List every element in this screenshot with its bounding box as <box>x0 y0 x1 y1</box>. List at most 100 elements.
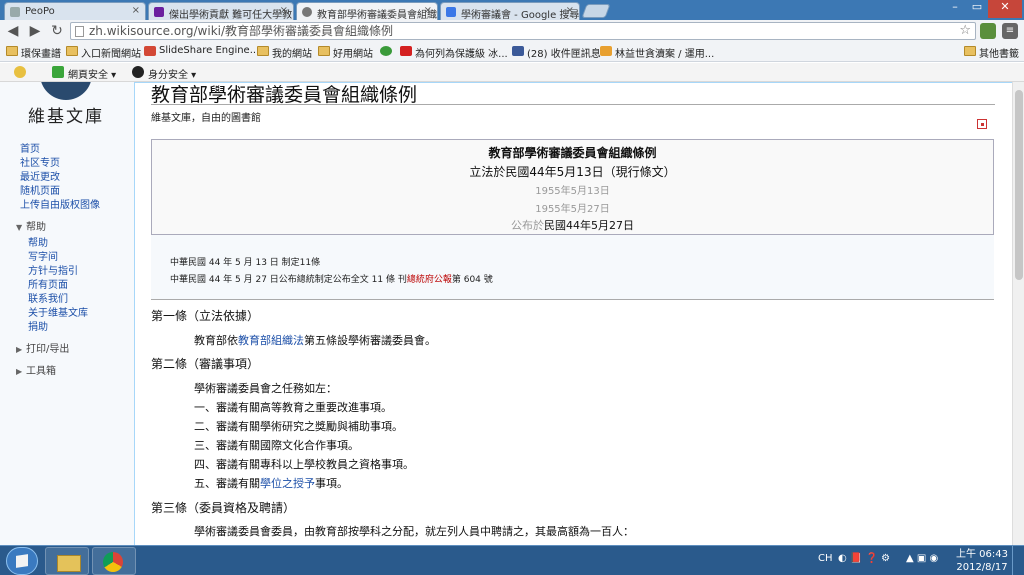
extension-icon[interactable] <box>980 23 996 39</box>
header-box: 教育部學術審議委員會組織條例 立法於民國44年5月13日（現行條文） 1955年… <box>151 139 994 235</box>
ime-icon[interactable]: ◐ 📕 ❓ ⚙ <box>838 553 890 564</box>
sidebar-item-recent-changes[interactable]: 最近更改 <box>20 168 60 183</box>
triangle-right-icon: ▶ <box>16 345 23 354</box>
new-tab-button[interactable] <box>581 4 611 18</box>
identity-safety-button[interactable]: 身分安全 ▾ <box>132 66 196 81</box>
wrench-icon[interactable]: ≡ <box>1002 23 1018 39</box>
bookmark-item[interactable]: 林益世貪瀆案 / 運用... <box>600 45 714 60</box>
tab-peopo[interactable]: PeoPo × <box>4 2 146 20</box>
sidebar-item-home[interactable]: 首页 <box>20 140 40 155</box>
bookmark-item[interactable]: 好用網站 <box>318 45 373 60</box>
article-2-line: 四、審議有關專科以上學校教員之資格事項。 <box>194 458 414 471</box>
maximize-button[interactable]: ▭ <box>966 0 988 18</box>
header-publish: 公布於民國44年5月27日 <box>511 219 634 232</box>
history-line: 中華民國 44 年 5 月 27 日公布總統制定公布全文 11 條 刊總統府公報… <box>170 275 493 285</box>
bookmark-item[interactable]: 其他書籤 <box>964 45 1019 60</box>
tab-google[interactable]: 學術審議會 - Google 搜尋 × <box>440 2 580 20</box>
close-button[interactable]: ✕ <box>988 0 1022 18</box>
folder-icon <box>257 46 269 56</box>
bookmark-item[interactable]: 我的網站 <box>257 45 312 60</box>
globe-icon <box>40 82 92 100</box>
sidebar-item-about[interactable]: 关于维基文库 <box>28 304 88 319</box>
start-button[interactable] <box>6 547 38 575</box>
article-2-line: 二、審議有關學術研究之獎勵與補助事項。 <box>194 420 403 433</box>
close-icon[interactable]: × <box>132 5 140 16</box>
sidebar-item-donate[interactable]: 捐助 <box>28 318 48 333</box>
check-icon <box>14 66 26 78</box>
scrollbar-thumb[interactable] <box>1015 90 1023 280</box>
google-icon <box>446 7 456 17</box>
gazette-link[interactable]: 總統府公報 <box>407 275 452 285</box>
divider <box>151 104 995 105</box>
sidebar-item-policy[interactable]: 方针与指引 <box>28 262 78 277</box>
bookmark-item[interactable]: SlideShare Engine... <box>144 45 259 56</box>
tab-wikisource[interactable]: 教育部學術審議委員會組織 × <box>296 2 438 20</box>
header-title: 教育部學術審議委員會組織條例 <box>488 146 657 160</box>
folder-icon <box>964 46 976 56</box>
bookmark-item[interactable]: 環保畫譜 <box>6 45 61 60</box>
sidebar-section-print[interactable]: ▶ 打印/导出 <box>16 340 69 355</box>
extension-toolbar: × 網頁安全 ▾ 身分安全 ▾ <box>0 63 1024 82</box>
facebook-icon <box>512 46 524 56</box>
article-3-line: 學術審議委員會委員，由教育部按學科之分配，就左列人員中聘請之，其最高額為一百人： <box>194 525 634 538</box>
tab-yahoo[interactable]: 傑出學術貢獻 難可任大學教 × <box>148 2 294 20</box>
leaf-icon <box>380 46 392 56</box>
sidebar-item-upload[interactable]: 上传自由版权图像 <box>20 196 100 211</box>
article-3-heading: 第三條（委員資格及聘請） <box>151 501 296 515</box>
close-icon[interactable]: × <box>424 5 432 16</box>
bookmark-item[interactable]: (28) 收件匣訊息 <box>512 45 601 60</box>
organization-law-link[interactable]: 教育部組織法 <box>238 334 304 347</box>
article-1-heading: 第一條（立法依據） <box>151 309 260 323</box>
scrollbar[interactable] <box>1012 82 1024 545</box>
header-date: 1955年5月13日 <box>535 186 610 197</box>
sidebar-item-all-pages[interactable]: 所有页面 <box>28 276 68 291</box>
bookmarks-bar: 環保畫譜 入口新聞網站 SlideShare Engine... 我的網站 好用… <box>0 42 1024 62</box>
degree-link[interactable]: 學位之授予 <box>260 477 315 490</box>
clock-time: 上午 06:43 <box>956 549 1008 560</box>
chrome-taskbar-button[interactable] <box>92 547 136 575</box>
page-icon <box>600 46 612 56</box>
address-toolbar: ◀ ▶ ↻ zh.wikisource.org/wiki/教育部學術審議委員會組… <box>0 20 1024 42</box>
sidebar-section-help[interactable]: ▼ 帮助 <box>16 218 46 233</box>
star-icon[interactable]: ☆ <box>959 23 971 39</box>
bookmark-item[interactable]: 為何列為保護級 冰... <box>400 45 508 60</box>
slideshare-icon <box>144 46 156 56</box>
minimize-button[interactable]: – <box>944 0 966 18</box>
logo[interactable]: 維基文庫 <box>18 82 113 127</box>
clock[interactable]: 上午 06:43 2012/8/17 <box>956 548 1008 574</box>
folder-icon <box>318 46 330 56</box>
sidebar-item-help[interactable]: 帮助 <box>28 234 48 249</box>
taskbar: CH ◐ 📕 ❓ ⚙ ▲ ▣ ◉ 上午 06:43 2012/8/17 <box>0 545 1024 575</box>
header-date: 1955年5月27日 <box>535 204 610 215</box>
back-button[interactable]: ◀ <box>4 22 22 40</box>
folder-icon <box>6 46 18 56</box>
explorer-taskbar-button[interactable] <box>45 547 89 575</box>
article-2-line: 五、審議有關學位之授予事項。 <box>194 477 348 490</box>
sidebar-item-contact[interactable]: 联系我们 <box>28 290 68 305</box>
article-2-line: 學術審議委員會之任務如左： <box>194 382 337 395</box>
web-safety-button[interactable]: 網頁安全 ▾ <box>52 66 116 81</box>
forward-button[interactable]: ▶ <box>26 22 44 40</box>
sidebar-item-community[interactable]: 社区专页 <box>20 154 60 169</box>
close-icon[interactable]: × <box>566 5 574 16</box>
language-indicator[interactable]: CH <box>818 553 833 564</box>
clock-date: 2012/8/17 <box>956 562 1008 573</box>
page-area: 維基文庫 首页 社区专页 最近更改 随机页面 上传自由版权图像 ▼ 帮助 帮助 写… <box>0 82 1012 545</box>
history-line: 中華民國 44 年 5 月 13 日 制定11條 <box>170 258 321 268</box>
close-icon[interactable]: × <box>280 5 288 16</box>
sidebar-section-tools[interactable]: ▶ 工具箱 <box>16 362 56 377</box>
article-2-line: 一、審議有關高等教育之重要改進事項。 <box>194 401 392 414</box>
edit-icon[interactable] <box>977 119 987 129</box>
sidebar-item-scriptorium[interactable]: 写字间 <box>28 248 58 263</box>
article-1-text: 教育部依教育部組織法第五條設學術審議委員會。 <box>194 334 436 347</box>
system-tray-icons[interactable]: ▲ ▣ ◉ <box>906 553 938 564</box>
article-2-heading: 第二條（審議事項） <box>151 357 260 371</box>
show-desktop-button[interactable] <box>1012 546 1024 575</box>
bookmark-item[interactable]: 入口新聞網站 <box>66 45 141 60</box>
triangle-right-icon: ▶ <box>16 367 23 376</box>
reload-button[interactable]: ↻ <box>48 22 66 40</box>
url-field[interactable]: zh.wikisource.org/wiki/教育部學術審議委員會組織條例 ☆ <box>70 22 976 40</box>
yahoo-icon <box>154 7 164 17</box>
youtube-icon <box>400 46 412 56</box>
sidebar-item-random[interactable]: 随机页面 <box>20 182 60 197</box>
